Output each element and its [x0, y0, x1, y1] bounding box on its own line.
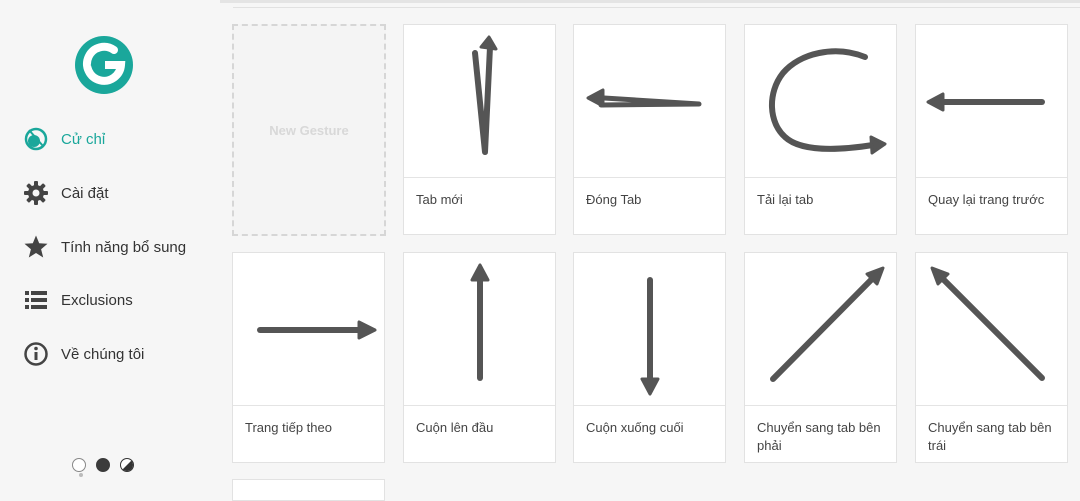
nav-about[interactable]: Về chúng tôi — [22, 339, 212, 369]
arrow-up-left-icon — [916, 253, 1067, 405]
nav-label: Về chúng tôi — [61, 345, 145, 363]
nav-extra-features[interactable]: Tính năng bổ sung — [22, 232, 212, 262]
card-divider — [574, 177, 725, 178]
theme-switcher — [72, 455, 144, 475]
gesture-card-next-page[interactable]: Trang tiếp theo — [232, 252, 385, 463]
nav-label: Cử chỉ — [61, 130, 106, 148]
card-divider — [745, 177, 896, 178]
arrow-up-zigzag-icon — [404, 25, 555, 177]
gesture-icon — [22, 125, 50, 153]
content-divider — [233, 7, 1080, 8]
sidebar: Cử chỉ Cài đặt Tính năng bổ sung Exclusi… — [0, 0, 220, 501]
card-divider — [916, 177, 1067, 178]
gesture-card-scroll-top[interactable]: Cuộn lên đầu — [403, 252, 556, 463]
card-divider — [404, 405, 555, 406]
card-divider — [574, 405, 725, 406]
theme-dark-button[interactable] — [96, 458, 110, 472]
new-gesture-button[interactable]: New Gesture — [232, 24, 386, 236]
card-divider — [404, 177, 555, 178]
gesture-card-tab-left[interactable]: Chuyển sang tab bên trái — [915, 252, 1068, 463]
gesture-card-tab-right[interactable]: Chuyển sang tab bên phải — [744, 252, 897, 463]
arrow-left-double-icon — [574, 25, 725, 177]
arrow-up-icon — [404, 253, 555, 405]
gesture-label: Cuộn xuống cuối — [586, 420, 684, 435]
arrow-up-right-icon — [745, 253, 896, 405]
gesture-label: Chuyển sang tab bên phải — [757, 420, 881, 453]
card-divider — [745, 405, 896, 406]
theme-light-button[interactable] — [72, 458, 86, 472]
new-gesture-label: New Gesture — [269, 122, 349, 138]
nav-settings[interactable]: Cài đặt — [22, 178, 212, 208]
gesture-card-scroll-bottom[interactable]: Cuộn xuống cuối — [573, 252, 726, 463]
gesture-card-go-back[interactable]: Quay lại trang trước — [915, 24, 1068, 235]
gesture-label: Trang tiếp theo — [245, 420, 332, 435]
gesture-card-close-tab[interactable]: Đóng Tab — [573, 24, 726, 235]
arrow-right-icon — [233, 253, 384, 405]
gesture-card-partial[interactable] — [232, 479, 385, 501]
gesture-card-new-tab[interactable]: Tab mới — [403, 24, 556, 235]
card-divider — [916, 405, 1067, 406]
theme-contrast-button[interactable] — [120, 458, 134, 472]
info-icon — [22, 340, 50, 368]
gesture-label: Chuyển sang tab bên trái — [928, 420, 1052, 453]
gear-icon — [22, 179, 50, 207]
nav-exclusions[interactable]: Exclusions — [22, 285, 212, 315]
list-icon — [22, 286, 50, 314]
card-divider — [233, 405, 384, 406]
nav-gestures[interactable]: Cử chỉ — [22, 124, 212, 154]
gesture-label: Tab mới — [416, 192, 463, 207]
arrow-down-icon — [574, 253, 725, 405]
nav-label: Cài đặt — [61, 184, 109, 202]
arrow-left-icon — [916, 25, 1067, 177]
gesture-label: Quay lại trang trước — [928, 192, 1045, 207]
gesture-label: Tải lại tab — [757, 192, 814, 207]
star-icon — [22, 233, 50, 261]
arrow-curve-reload-icon — [745, 25, 896, 177]
active-theme-indicator — [79, 473, 83, 477]
gesture-label: Đóng Tab — [586, 192, 642, 207]
app-logo-icon — [72, 33, 136, 97]
nav-label: Tính năng bổ sung — [61, 238, 187, 256]
gesture-label: Cuộn lên đầu — [416, 420, 494, 435]
nav-label: Exclusions — [61, 291, 133, 309]
gesture-card-reload-tab[interactable]: Tải lại tab — [744, 24, 897, 235]
